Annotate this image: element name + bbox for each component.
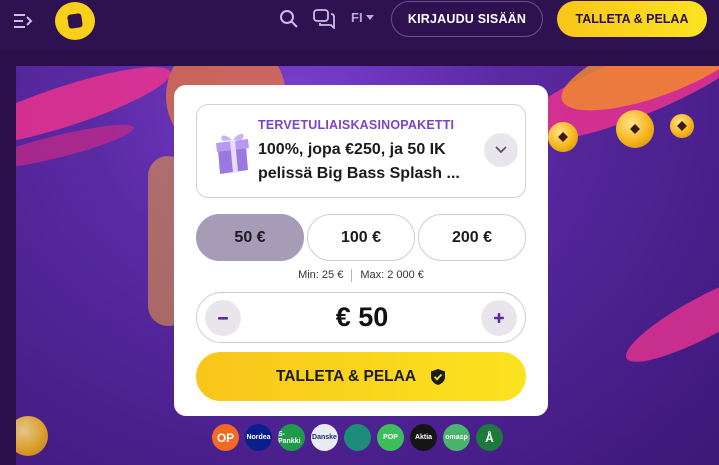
coin-decoration — [548, 122, 578, 152]
payment-methods: OP Nordea S-Pankki Danske POP Aktia omasp Å — [212, 424, 503, 452]
decor-streak — [617, 256, 719, 376]
deposit-limits: Min: 25 € Max: 2 000 € — [174, 269, 548, 282]
min-limit: Min: 25 € — [298, 269, 344, 281]
max-limit: Max: 2 000 € — [360, 269, 424, 281]
payment-method-label: Aktia — [414, 434, 433, 441]
payment-method-pop-pankki: POP — [377, 424, 404, 451]
plus-icon — [494, 313, 504, 323]
brand-logo[interactable] — [55, 2, 95, 40]
coin-decoration — [616, 110, 654, 148]
deposit-play-button[interactable]: TALLETA & PELAA — [196, 352, 526, 401]
payment-method-s-pankki: S-Pankki — [278, 424, 305, 451]
amount-value[interactable]: € 50 — [197, 293, 527, 342]
shield-check-icon — [431, 368, 446, 385]
search-icon[interactable] — [279, 9, 299, 29]
menu-collapse-icon[interactable] — [14, 11, 34, 31]
chevron-down-icon — [365, 15, 374, 20]
payment-method-label: S-Pankki — [278, 430, 301, 445]
language-selector[interactable]: FI — [351, 10, 374, 25]
payment-method-aktia: Aktia — [410, 424, 437, 451]
chat-icon[interactable] — [313, 9, 335, 29]
decrease-button[interactable] — [205, 300, 241, 336]
amount-options: 50 € 100 € 200 € — [196, 214, 526, 262]
amount-option-100[interactable]: 100 € — [307, 214, 415, 261]
amount-stepper: € 50 — [196, 292, 526, 343]
top-header: FI KIRJAUDU SISÄÄN TALLETA & PELAA — [0, 0, 719, 50]
payment-method-s-st-pankki — [344, 424, 371, 451]
bonus-category-label: TERVETULIAISKASINOPAKETTI — [258, 118, 455, 132]
payment-method-label: Nordea — [246, 434, 271, 441]
gift-icon — [216, 133, 249, 174]
bonus-expand-button[interactable] — [484, 133, 518, 167]
payment-method-label: omasp — [445, 434, 468, 441]
payment-method-danske-bank: Danske — [311, 424, 338, 451]
amount-option-50[interactable]: 50 € — [196, 214, 304, 261]
limits-divider — [351, 269, 353, 282]
payment-method-nordea: Nordea — [245, 424, 272, 451]
payment-method-label: POP — [383, 434, 398, 441]
minus-icon — [218, 317, 228, 320]
deposit-play-label: TALLETA & PELAA — [275, 367, 417, 385]
payment-method-label: Danske — [312, 434, 337, 441]
language-label: FI — [351, 10, 363, 25]
bonus-selector[interactable]: TERVETULIAISKASINOPAKETTI 100%, jopa €25… — [196, 104, 526, 198]
payment-method-op: OP — [212, 424, 239, 451]
header-deposit-play-button[interactable]: TALLETA & PELAA — [557, 1, 707, 37]
coin-decoration — [670, 114, 694, 138]
payment-method-label: OP — [216, 430, 235, 445]
deposit-card: TERVETULIAISKASINOPAKETTI 100%, jopa €25… — [174, 85, 548, 416]
payment-method-label: Å — [485, 430, 494, 445]
coin-decoration — [16, 416, 48, 456]
chevron-down-icon — [495, 146, 507, 154]
payment-method-oma-s-st-pankki: omasp — [443, 424, 470, 451]
payment-method--landsbanken: Å — [476, 424, 503, 451]
login-button[interactable]: KIRJAUDU SISÄÄN — [391, 1, 543, 37]
increase-button[interactable] — [481, 300, 517, 336]
amount-option-200[interactable]: 200 € — [418, 214, 526, 261]
bonus-title: 100%, jopa €250, ja 50 IK pelissä Big Ba… — [258, 141, 460, 182]
